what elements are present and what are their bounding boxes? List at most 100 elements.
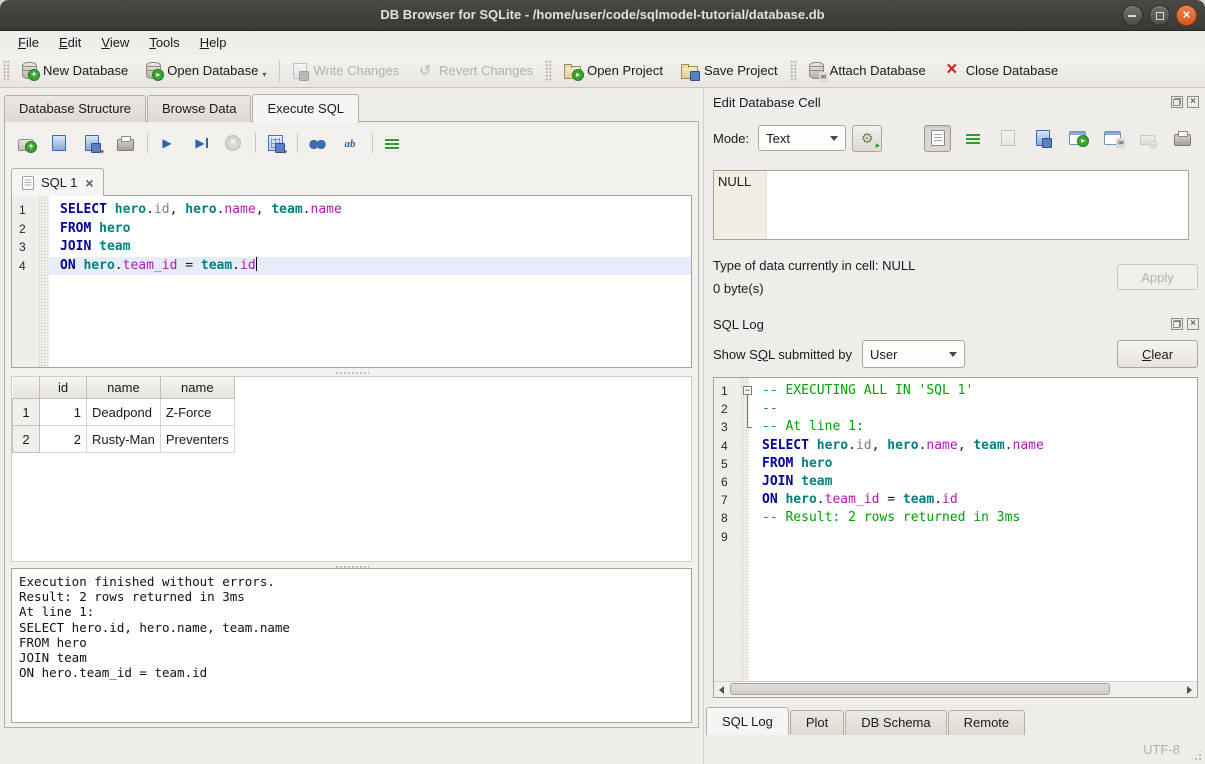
sql-log-filter-select[interactable]: User bbox=[862, 340, 965, 368]
close-database-button[interactable]: Close Database bbox=[935, 58, 1068, 84]
table-cell[interactable]: 1 bbox=[40, 399, 87, 426]
cell-editor[interactable]: NULL bbox=[713, 170, 1189, 240]
code-line[interactable]: 1-- EXECUTING ALL IN 'SQL 1' bbox=[714, 382, 1197, 400]
sql-editor[interactable]: 1SELECT hero.id, hero.name, team.name2FR… bbox=[11, 195, 692, 368]
save-project-button[interactable]: Save Project bbox=[672, 58, 787, 84]
toolbar-button-label: New Database bbox=[43, 63, 128, 78]
code-line[interactable]: 3-- At line 1: bbox=[714, 418, 1197, 436]
row-header[interactable]: 1 bbox=[13, 399, 40, 426]
mode-select[interactable]: Text bbox=[758, 125, 846, 151]
clear-log-button[interactable]: Clear bbox=[1117, 340, 1198, 368]
auto-apply-button[interactable]: ⚙ bbox=[852, 125, 882, 152]
code-line[interactable]: 5FROM hero bbox=[714, 455, 1197, 473]
line-number: 4 bbox=[12, 257, 40, 276]
scroll-right-icon[interactable] bbox=[1181, 682, 1197, 696]
fold-marker[interactable] bbox=[742, 418, 758, 436]
sql-tab-label: SQL 1 bbox=[41, 175, 77, 190]
fold-marker[interactable] bbox=[742, 400, 758, 418]
word-wrap-button[interactable] bbox=[379, 131, 405, 155]
text-view-button[interactable] bbox=[924, 125, 951, 152]
row-header[interactable]: 2 bbox=[13, 426, 40, 453]
table-row[interactable]: 11DeadpondZ-Force bbox=[13, 399, 235, 426]
open-database-button[interactable]: Open Database▾ bbox=[137, 57, 275, 84]
new-sql-tab-button[interactable] bbox=[13, 131, 39, 155]
tab-browse-data[interactable]: Browse Data bbox=[147, 95, 251, 122]
dock-tab-remote[interactable]: Remote bbox=[948, 710, 1026, 735]
code-line[interactable]: 8-- Result: 2 rows returned in 3ms bbox=[714, 509, 1197, 527]
print-cell-icon bbox=[1174, 134, 1191, 146]
horizontal-scrollbar[interactable] bbox=[714, 681, 1197, 697]
find-replace-button[interactable] bbox=[337, 131, 363, 155]
execute-all-button[interactable] bbox=[154, 131, 180, 155]
menu-item-help[interactable]: Help bbox=[190, 32, 237, 53]
minimize-icon[interactable] bbox=[1122, 5, 1143, 26]
attach-database-button[interactable]: Attach Database bbox=[800, 57, 935, 84]
execute-current-line-button[interactable] bbox=[187, 131, 213, 155]
code-line[interactable]: 2FROM hero bbox=[12, 220, 691, 239]
table-cell[interactable]: Rusty-Man bbox=[87, 426, 161, 453]
print-cell-button[interactable] bbox=[1169, 125, 1196, 152]
scroll-left-icon[interactable] bbox=[714, 682, 730, 696]
sql-tab-close-icon[interactable]: × bbox=[85, 176, 93, 190]
fold-marker[interactable] bbox=[742, 382, 758, 400]
tab-execute-sql[interactable]: Execute SQL bbox=[252, 94, 359, 123]
scrollbar-track[interactable] bbox=[1110, 682, 1181, 697]
scrollbar-thumb[interactable] bbox=[730, 683, 1110, 695]
open-external-button[interactable] bbox=[1064, 125, 1091, 152]
titlebar[interactable]: DB Browser for SQLite - /home/user/code/… bbox=[0, 0, 1205, 31]
save-results-button[interactable]: ▾ bbox=[262, 131, 288, 155]
print-sql-button[interactable] bbox=[112, 131, 138, 155]
open-project-button[interactable]: Open Project bbox=[555, 58, 672, 84]
code-line[interactable]: 4ON hero.team_id = team.id bbox=[12, 257, 691, 276]
execution-status-output: Execution finished without errors. Resul… bbox=[11, 568, 692, 723]
table-row[interactable]: 22Rusty-ManPreventers bbox=[13, 426, 235, 453]
menu-item-file[interactable]: File bbox=[8, 32, 49, 53]
word-wrap-button[interactable] bbox=[959, 125, 986, 152]
column-header-name[interactable]: name bbox=[160, 377, 234, 399]
column-header-id[interactable]: id bbox=[40, 377, 87, 399]
code-line[interactable]: 9 bbox=[714, 528, 1197, 546]
resize-grip-icon[interactable] bbox=[1190, 749, 1203, 762]
dock-tab-sql-log[interactable]: SQL Log bbox=[706, 707, 789, 735]
open-sql-file-button[interactable] bbox=[46, 131, 72, 155]
close-panel-icon[interactable]: × bbox=[1187, 318, 1199, 330]
fold-margin-cell bbox=[742, 473, 758, 491]
close-icon[interactable]: × bbox=[1176, 5, 1197, 26]
menu-item-edit[interactable]: Edit bbox=[49, 32, 91, 53]
dock-tab-plot[interactable]: Plot bbox=[790, 710, 844, 735]
code-line[interactable]: 2-- bbox=[714, 400, 1197, 418]
code-line[interactable]: 6JOIN team bbox=[714, 473, 1197, 491]
menu-item-tools[interactable]: Tools bbox=[139, 32, 189, 53]
code-line-text: SELECT hero.id, hero.name, team.name bbox=[49, 201, 691, 220]
table-cell[interactable]: Z-Force bbox=[160, 399, 234, 426]
dock-tab-db-schema[interactable]: DB Schema bbox=[845, 710, 946, 735]
save-sql-file-button[interactable]: ▾ bbox=[79, 131, 105, 155]
menu-item-view[interactable]: View bbox=[91, 32, 139, 53]
table-corner-header[interactable] bbox=[13, 377, 40, 399]
table-cell[interactable]: Preventers bbox=[160, 426, 234, 453]
results-table[interactable]: idnamename11DeadpondZ-Force22Rusty-ManPr… bbox=[12, 377, 235, 453]
tab-database-structure[interactable]: Database Structure bbox=[4, 95, 146, 122]
maximize-icon[interactable] bbox=[1149, 5, 1170, 26]
code-line-text: FROM hero bbox=[49, 220, 691, 239]
code-line[interactable]: 3JOIN team bbox=[12, 238, 691, 257]
table-cell[interactable]: Deadpond bbox=[87, 399, 161, 426]
code-line[interactable]: 1SELECT hero.id, hero.name, team.name bbox=[12, 201, 691, 220]
cell-value: NULL bbox=[718, 174, 751, 189]
sql-log-filter-value: User bbox=[870, 347, 897, 362]
cell-size-info: 0 byte(s) bbox=[713, 281, 764, 296]
find-button[interactable] bbox=[304, 131, 330, 155]
code-line[interactable]: 7ON hero.team_id = team.id bbox=[714, 491, 1197, 509]
sql-log-view[interactable]: 1-- EXECUTING ALL IN 'SQL 1'2--3-- At li… bbox=[713, 377, 1198, 698]
column-header-name[interactable]: name bbox=[87, 377, 161, 399]
export-data-button[interactable] bbox=[1029, 125, 1056, 152]
table-cell[interactable]: 2 bbox=[40, 426, 87, 453]
cell-link-button[interactable] bbox=[1099, 125, 1126, 152]
sql-tab[interactable]: SQL 1 × bbox=[11, 168, 104, 196]
float-panel-icon[interactable] bbox=[1171, 318, 1183, 330]
new-database-button[interactable]: New Database bbox=[13, 57, 137, 84]
code-line[interactable]: 4SELECT hero.id, hero.name, team.name bbox=[714, 437, 1197, 455]
close-panel-icon[interactable]: × bbox=[1187, 96, 1199, 108]
line-number: 4 bbox=[714, 437, 742, 455]
float-panel-icon[interactable] bbox=[1171, 96, 1183, 108]
